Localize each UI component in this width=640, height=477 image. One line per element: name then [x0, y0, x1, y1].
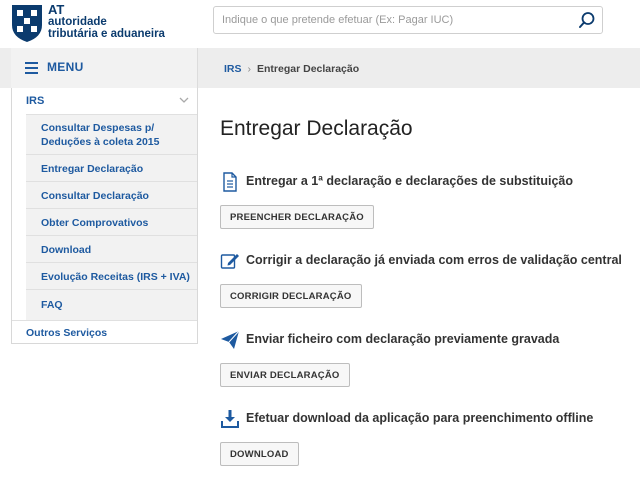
breadcrumb-separator: ›: [247, 63, 252, 75]
enviar-declaracao-button[interactable]: ENVIAR DECLARAÇÃO: [220, 363, 350, 387]
hamburger-icon: [25, 62, 38, 74]
menu-label: MENU: [47, 60, 84, 74]
sidebar-item-label: Outros Serviços: [26, 327, 108, 339]
sidebar-item-entregar-declaracao[interactable]: Entregar Declaração: [26, 154, 197, 181]
section-entregar: Entregar a 1ª declaração e declarações d…: [220, 172, 630, 232]
download-icon: [221, 410, 239, 428]
sidebar-item-consultar-despesas[interactable]: Consultar Despesas p/ Deduções à coleta …: [26, 114, 197, 154]
section-corrigir: Corrigir a declaração já enviada com err…: [220, 251, 630, 311]
sidebar-item-label: Obter Comprovativos: [41, 217, 149, 229]
search-icon[interactable]: [578, 11, 596, 29]
sidebar-item-label: Download: [41, 244, 92, 256]
sidebar-item-label: Consultar Despesas p/ Deduções à coleta …: [41, 122, 160, 148]
download-button[interactable]: DOWNLOAD: [220, 442, 299, 466]
sidebar-item-irs[interactable]: IRS: [12, 88, 197, 114]
sidebar-item-evolucao-receitas[interactable]: Evolução Receitas (IRS + IVA): [26, 262, 197, 289]
logo-line2: tributária e aduaneira: [48, 28, 165, 40]
breadcrumb-current: Entregar Declaração: [257, 63, 360, 75]
paper-plane-icon: [221, 330, 240, 349]
at-logo[interactable]: AT autoridade tributária e aduaneira: [10, 3, 180, 43]
section-heading: Enviar ficheiro com declaração previamen…: [246, 332, 560, 346]
sidebar-item-obter-comprovativos[interactable]: Obter Comprovativos: [26, 208, 197, 235]
sidebar-nav: IRS Consultar Despesas p/ Deduções à col…: [11, 88, 198, 344]
page-title: Entregar Declaração: [220, 117, 413, 140]
sidebar-item-label: IRS: [26, 95, 45, 107]
chevron-down-icon: [179, 97, 189, 103]
document-icon: [223, 172, 237, 192]
section-heading: Corrigir a declaração já enviada com err…: [246, 253, 622, 267]
sidebar-item-outros-servicos[interactable]: Outros Serviços: [12, 320, 197, 344]
logo-wordmark: AT autoridade tributária e aduaneira: [48, 2, 165, 40]
sidebar-item-label: Entregar Declaração: [41, 163, 144, 175]
preencher-declaracao-button[interactable]: PREENCHER DECLARAÇÃO: [220, 205, 374, 229]
breadcrumb-home-link[interactable]: IRS: [224, 63, 242, 75]
sidebar-item-consultar-declaracao[interactable]: Consultar Declaração: [26, 181, 197, 208]
breadcrumb: IRS › Entregar Declaração: [224, 63, 359, 75]
sidebar-item-faq[interactable]: FAQ: [26, 289, 197, 320]
section-download: Efetuar download da aplicação para preen…: [220, 409, 630, 469]
logo-at: AT: [48, 2, 65, 17]
logo-line1: autoridade: [48, 16, 107, 28]
sidebar-item-label: FAQ: [41, 299, 63, 311]
sidebar-item-label: Evolução Receitas (IRS + IVA): [41, 271, 190, 283]
section-heading: Efetuar download da aplicação para preen…: [246, 411, 594, 425]
sidebar-item-label: Consultar Declaração: [41, 190, 149, 202]
at-emblem-icon: [12, 5, 42, 42]
corrigir-declaracao-button[interactable]: CORRIGIR DECLARAÇÃO: [220, 284, 362, 308]
site-header: AT autoridade tributária e aduaneira: [0, 0, 640, 46]
edit-icon: [220, 254, 239, 269]
section-heading: Entregar a 1ª declaração e declarações d…: [246, 174, 573, 188]
sidebar-item-download[interactable]: Download: [26, 235, 197, 262]
section-enviar: Enviar ficheiro com declaração previamen…: [220, 330, 630, 390]
search-input[interactable]: [222, 7, 572, 33]
menu-toggle[interactable]: MENU: [11, 48, 198, 88]
search-box: [213, 6, 603, 34]
